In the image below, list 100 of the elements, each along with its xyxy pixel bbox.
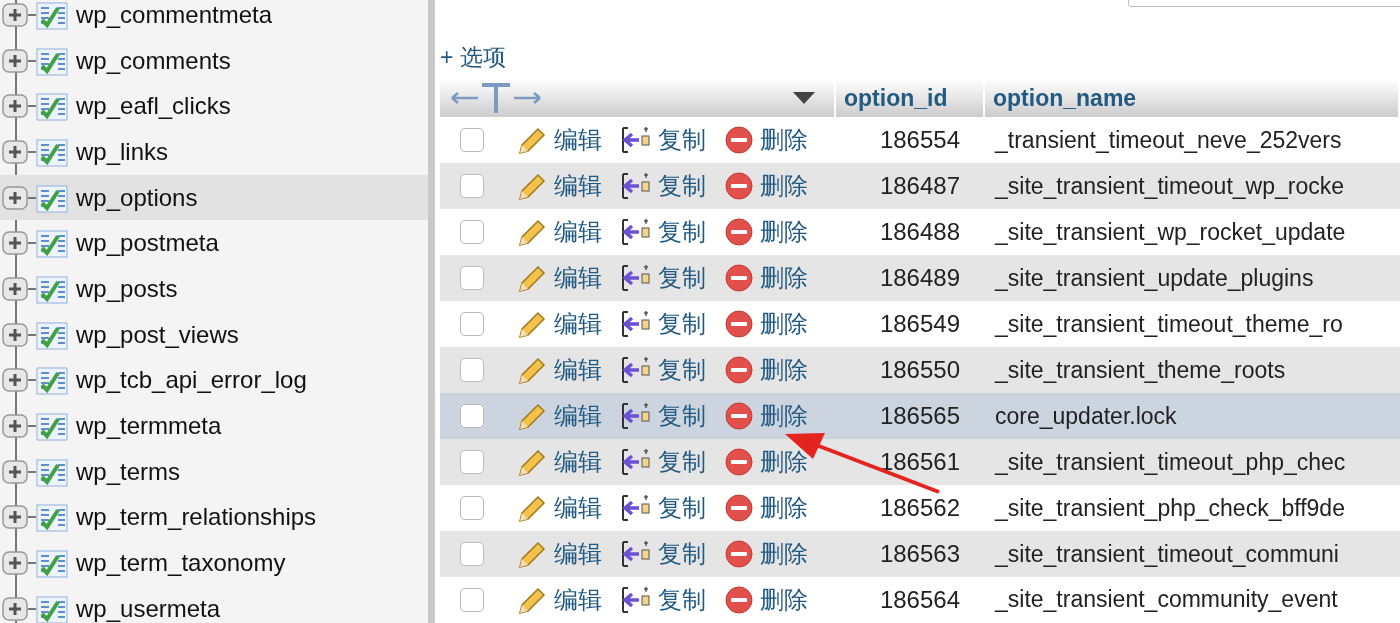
table-cell-text: _site_transient_update_plugins (993, 264, 1315, 292)
table-tree-item[interactable]: wp_term_relationships (0, 494, 428, 541)
expand-icon[interactable] (2, 275, 36, 302)
table-name[interactable]: wp_eafl_clicks (76, 92, 231, 121)
row-checkbox[interactable] (460, 450, 484, 475)
table-tree-item[interactable]: wp_tcb_api_error_log (0, 357, 428, 404)
table-name[interactable]: wp_terms (76, 457, 181, 486)
table-tree-item[interactable]: wp_post_views (0, 311, 428, 358)
delete-link[interactable]: 删除 (724, 446, 808, 479)
copy-link[interactable]: 复制 (620, 446, 706, 479)
expand-icon[interactable] (2, 93, 36, 120)
delete-link[interactable]: 删除 (724, 216, 808, 249)
row-checkbox[interactable] (460, 312, 484, 337)
table-tree-item[interactable]: wp_eafl_clicks (0, 83, 428, 130)
row-checkbox[interactable] (460, 266, 484, 291)
edit-link[interactable]: 编辑 (516, 170, 602, 203)
insert-row-icon (620, 401, 652, 432)
delete-link[interactable]: 删除 (724, 170, 808, 203)
table-name[interactable]: wp_links (76, 137, 169, 166)
table-tree-item[interactable]: wp_terms (0, 448, 428, 495)
table-tree-item[interactable]: wp_links (0, 129, 428, 175)
column-header[interactable]: option_name (985, 79, 1400, 118)
table-cell-text: _site_transient_theme_roots (993, 356, 1287, 384)
copy-link[interactable]: 复制 (620, 170, 706, 203)
table-tree-item[interactable]: wp_termmeta (0, 403, 428, 449)
delete-link[interactable]: 删除 (724, 492, 808, 525)
expand-icon[interactable] (2, 1, 36, 28)
edit-link[interactable]: 编辑 (516, 538, 602, 570)
expand-icon[interactable] (2, 184, 36, 211)
expand-icon[interactable] (2, 321, 36, 348)
copy-link[interactable]: 复制 (620, 124, 706, 157)
table-name[interactable]: wp_comments (76, 46, 231, 75)
delete-icon (724, 263, 754, 294)
copy-link[interactable]: 复制 (620, 400, 706, 433)
edit-link[interactable]: 编辑 (516, 262, 602, 295)
row-checkbox[interactable] (460, 404, 484, 429)
edit-link[interactable]: 编辑 (516, 492, 602, 525)
delete-link[interactable]: 删除 (724, 124, 808, 157)
row-checkbox[interactable] (460, 128, 484, 153)
delete-link[interactable]: 删除 (724, 538, 808, 570)
copy-link[interactable]: 复制 (620, 354, 706, 387)
table-tree-item[interactable]: wp_postmeta (0, 220, 428, 267)
expand-icon[interactable] (2, 550, 36, 577)
edit-link[interactable]: 编辑 (516, 216, 602, 249)
expand-icon[interactable] (2, 413, 36, 440)
row-checkbox[interactable] (460, 496, 484, 521)
table-name[interactable]: wp_term_relationships (76, 503, 317, 532)
table-tree-item[interactable]: wp_commentmeta (0, 0, 428, 38)
expand-icon[interactable] (2, 47, 36, 74)
table-icon (36, 456, 68, 487)
table-tree-item[interactable]: wp_comments (0, 37, 428, 84)
copy-link[interactable]: 复制 (620, 216, 706, 249)
table-tree-item[interactable]: wp_term_taxonomy (0, 540, 428, 586)
expand-icon[interactable] (2, 458, 36, 485)
insert-row-icon (620, 263, 652, 294)
table-tree-item[interactable]: wp_options (0, 174, 428, 221)
edit-link[interactable]: 编辑 (516, 584, 602, 616)
table-name[interactable]: wp_termmeta (76, 412, 222, 441)
row-checkbox[interactable] (460, 358, 484, 383)
expand-icon[interactable] (2, 138, 36, 165)
edit-link[interactable]: 编辑 (516, 354, 602, 387)
table-name[interactable]: wp_posts (76, 274, 178, 303)
expand-icon[interactable] (2, 367, 36, 394)
copy-link[interactable]: 复制 (620, 308, 706, 341)
table-name[interactable]: wp_post_views (76, 320, 239, 349)
delete-link[interactable]: 删除 (724, 584, 808, 616)
expand-icon[interactable] (2, 595, 36, 622)
expand-icon[interactable] (2, 504, 36, 531)
pencil-icon (516, 447, 548, 478)
edit-link[interactable]: 编辑 (516, 308, 602, 341)
table-name[interactable]: wp_options (76, 183, 198, 212)
copy-link[interactable]: 复制 (620, 262, 706, 295)
delete-link[interactable]: 删除 (724, 308, 808, 341)
delete-link[interactable]: 删除 (724, 400, 808, 433)
copy-link[interactable]: 复制 (620, 492, 706, 525)
table-name[interactable]: wp_term_taxonomy (76, 549, 286, 578)
row-checkbox[interactable] (460, 174, 484, 199)
column-toggle-icon[interactable] (450, 81, 542, 116)
copy-link[interactable]: 复制 (620, 584, 706, 616)
table-tree-item[interactable]: wp_posts (0, 266, 428, 312)
expand-icon[interactable] (2, 230, 36, 257)
table-name[interactable]: wp_tcb_api_error_log (76, 366, 307, 395)
row-checkbox[interactable] (460, 220, 484, 245)
edit-link[interactable]: 编辑 (516, 400, 602, 433)
copy-link[interactable]: 复制 (620, 538, 706, 570)
table-name[interactable]: wp_usermeta (76, 594, 221, 623)
delete-link[interactable]: 删除 (724, 354, 808, 387)
delete-link[interactable]: 删除 (724, 262, 808, 295)
row-checkbox[interactable] (460, 588, 484, 612)
edit-link[interactable]: 编辑 (516, 124, 602, 157)
insert-row-icon (620, 125, 652, 156)
column-header[interactable]: option_id (836, 79, 985, 118)
table-tree-item[interactable]: wp_usermeta (0, 585, 428, 623)
dropdown-caret-icon[interactable] (792, 91, 816, 106)
delete-icon (724, 539, 754, 569)
edit-link[interactable]: 编辑 (516, 446, 602, 479)
table-name[interactable]: wp_commentmeta (76, 0, 273, 29)
table-name[interactable]: wp_postmeta (76, 229, 219, 258)
row-checkbox[interactable] (460, 542, 484, 566)
options-link[interactable]: + 选项 (440, 42, 506, 73)
